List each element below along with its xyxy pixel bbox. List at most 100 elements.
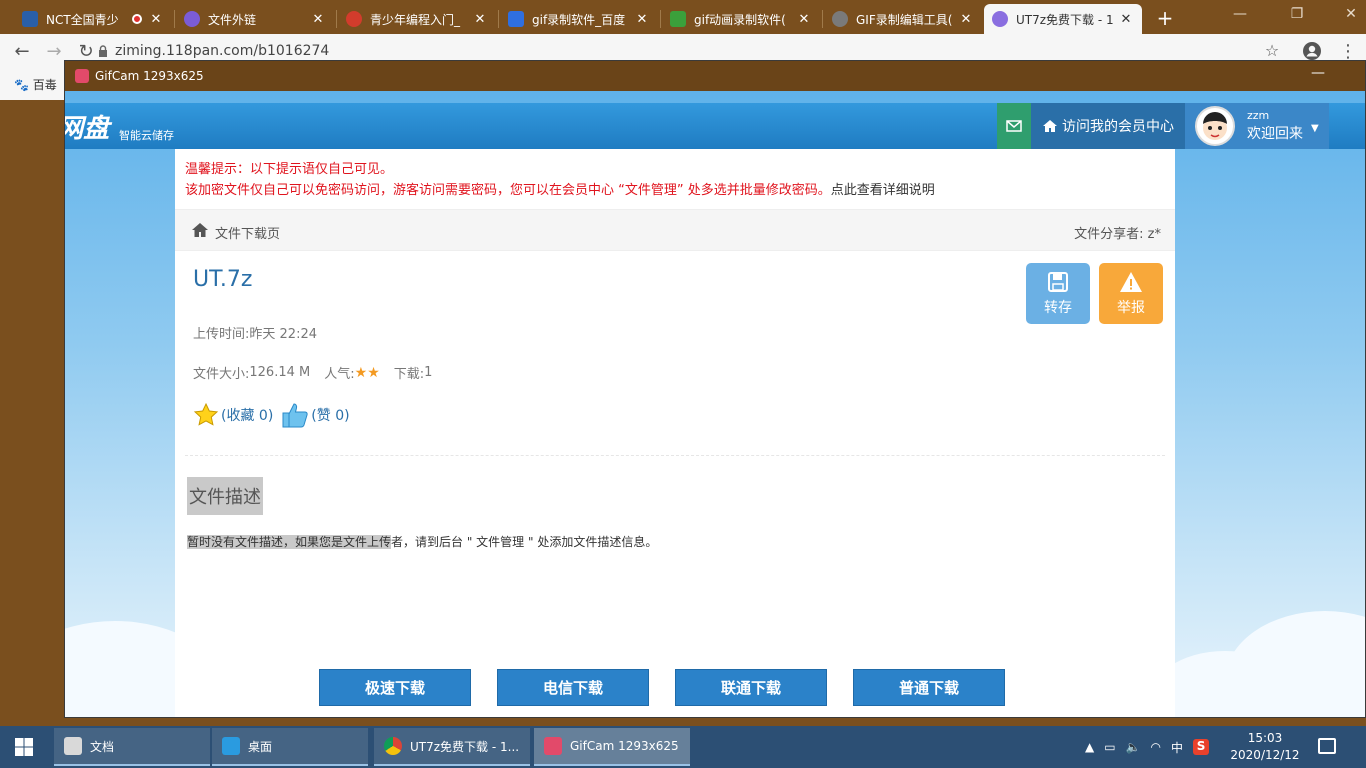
- thumbs-up-icon[interactable]: [281, 401, 309, 429]
- clock[interactable]: 15:03 2020/12/12: [1230, 730, 1300, 764]
- popularity-star-icon: ★: [354, 364, 368, 381]
- user-menu[interactable]: zzm 欢迎回来 ▼: [1185, 103, 1329, 149]
- system-tray: ▲ ▭ 🔈 ◠ 中 S: [1085, 726, 1210, 768]
- home-icon[interactable]: [191, 222, 209, 238]
- reload-icon[interactable]: ↻: [74, 41, 98, 62]
- taskbar-label: 桌面: [248, 739, 273, 754]
- clock-date: 2020/12/12: [1230, 748, 1300, 762]
- taskbar-label: UT7z免费下载 - 1...: [410, 739, 520, 754]
- globe-favicon-icon: [832, 11, 848, 27]
- like-count[interactable]: (赞 0): [311, 405, 349, 425]
- file-sharer: 文件分享者: z*: [1074, 227, 1161, 242]
- fast-download-button[interactable]: 极速下载: [319, 669, 471, 706]
- normal-download-button[interactable]: 普通下载: [853, 669, 1005, 706]
- minimize-icon[interactable]: —: [1311, 65, 1325, 81]
- battery-icon[interactable]: ▭: [1104, 740, 1115, 754]
- tab-label: UT7z免费下载 - 1: [1016, 12, 1114, 27]
- new-tab-button[interactable]: +: [1155, 6, 1175, 30]
- chrome-icon: [384, 737, 402, 755]
- save-to-drive-button[interactable]: 转存: [1026, 263, 1090, 324]
- description-text: 暂时没有文件描述，如果您是文件上传者，请到后台 " 文件管理 " 处添加文件描述…: [187, 533, 657, 550]
- details-link[interactable]: 点此查看详细说明: [831, 183, 935, 198]
- member-center-button[interactable]: 访问我的会员中心: [1031, 103, 1185, 149]
- favorite-count[interactable]: (收藏 0): [221, 405, 273, 425]
- tab-label: gif录制软件_百度: [532, 12, 626, 27]
- taskbar-item-gifcam[interactable]: GifCam 1293x625: [534, 728, 690, 766]
- site-logo[interactable]: 118网盘: [65, 108, 109, 145]
- size-value: 126.14 M: [249, 365, 311, 380]
- description-highlighted: 暂时没有文件描述，如果您是文件上传: [187, 535, 392, 549]
- menu-dots-icon[interactable]: ⋮: [1336, 41, 1360, 62]
- start-button[interactable]: [0, 726, 48, 768]
- popularity-label: 人气:: [324, 367, 355, 382]
- tab-gif-editor[interactable]: GIF录制编辑工具( ✕: [824, 4, 982, 34]
- close-icon[interactable]: ✕: [472, 12, 488, 27]
- close-icon[interactable]: ✕: [796, 12, 812, 27]
- nct-favicon-icon: [22, 11, 38, 27]
- upload-time-label: 上传时间:: [193, 327, 250, 342]
- clock-time: 15:03: [1247, 731, 1283, 745]
- tab-nct[interactable]: NCT全国青少 ✕: [14, 4, 172, 34]
- taskbar-item-desktop[interactable]: 桌面: [212, 728, 368, 766]
- welcome-text: 欢迎回来: [1247, 126, 1303, 142]
- breadcrumb: 文件下载页 文件分享者: z*: [175, 209, 1175, 251]
- taskbar-item-documents[interactable]: 文档: [54, 728, 210, 766]
- tab-file-link[interactable]: 文件外链 ✕: [176, 4, 334, 34]
- taskbar-label: 文档: [90, 739, 115, 754]
- avatar: [1195, 106, 1235, 146]
- report-button[interactable]: 举报: [1099, 263, 1163, 324]
- chevron-up-icon[interactable]: ▲: [1085, 740, 1094, 754]
- file-card: 温馨提示：以下提示语仅自己可见。 该加密文件仅自己可以免密码访问，游客访问需要密…: [175, 149, 1175, 717]
- cloud-favicon-icon: [992, 11, 1008, 27]
- gifcam-title-bar[interactable]: GifCam 1293x625: [65, 61, 1365, 91]
- close-icon[interactable]: ✕: [1118, 12, 1134, 27]
- wifi-icon[interactable]: ◠: [1151, 740, 1161, 754]
- tab-baidu[interactable]: gif录制软件_百度 ✕: [500, 4, 658, 34]
- mail-button[interactable]: [997, 103, 1031, 149]
- tab-programming[interactable]: 青少年编程入门_ ✕: [338, 4, 496, 34]
- envelope-icon: [1006, 120, 1022, 132]
- gifcam-window: GifCam 1293x625 — 118网盘 智能云储存 访问我的会员中心 z…: [64, 60, 1366, 718]
- close-icon[interactable]: ✕: [958, 12, 974, 27]
- back-arrow-icon[interactable]: ←: [10, 41, 34, 62]
- notification-icon[interactable]: [1318, 738, 1336, 754]
- lock-icon: [99, 45, 107, 57]
- divider: [185, 455, 1165, 456]
- tab-ut7z-active[interactable]: UT7z免费下载 - 1 ✕: [984, 4, 1142, 34]
- sogou-icon[interactable]: S: [1193, 739, 1210, 755]
- close-icon[interactable]: ✕: [148, 12, 164, 27]
- unicom-download-button[interactable]: 联通下载: [675, 669, 827, 706]
- bookmark-star-icon[interactable]: ☆: [1260, 41, 1284, 60]
- restore-icon[interactable]: ❐: [1282, 6, 1312, 22]
- recording-indicator-icon: [132, 14, 142, 24]
- website-viewport: 118网盘 智能云储存 访问我的会员中心 zzm 欢迎回来 ▼ 温馨提示：以下提…: [65, 91, 1365, 717]
- file-name: UT.7z: [193, 267, 253, 292]
- favorite-star-icon[interactable]: [193, 402, 219, 428]
- telecom-download-button[interactable]: 电信下载: [497, 669, 649, 706]
- floppy-disk-icon: [1048, 272, 1068, 292]
- close-icon[interactable]: ✕: [310, 12, 326, 27]
- volume-icon[interactable]: 🔈: [1126, 740, 1141, 754]
- windows-taskbar: 文档 桌面 UT7z免费下载 - 1... GifCam 1293x625 ▲ …: [0, 726, 1366, 768]
- camera-icon: [75, 69, 89, 83]
- ime-indicator[interactable]: 中: [1171, 739, 1183, 756]
- taskbar-item-chrome[interactable]: UT7z免费下载 - 1...: [374, 728, 530, 766]
- upload-time-value: 昨天 22:24: [249, 327, 317, 342]
- minimize-icon[interactable]: —: [1225, 6, 1255, 22]
- site-slogan: 智能云储存: [119, 129, 174, 142]
- upload-time: 上传时间:昨天 22:24: [193, 323, 317, 342]
- bookmark-item[interactable]: 百毒: [33, 78, 57, 92]
- close-window-icon[interactable]: ✕: [1336, 6, 1366, 22]
- url-input[interactable]: ziming.118pan.com/b1016274: [115, 43, 329, 59]
- tab-gif-software[interactable]: gif动画录制软件( ✕: [662, 4, 820, 34]
- close-icon[interactable]: ✕: [634, 12, 650, 27]
- baidu-paw-icon: 🐾: [14, 78, 29, 92]
- notice-line-2: 该加密文件仅自己可以免密码访问，游客访问需要密码，您可以在会员中心 “文件管理”…: [185, 183, 831, 198]
- camera-icon: [544, 737, 562, 755]
- notice-line-1: 温馨提示：以下提示语仅自己可见。: [185, 162, 394, 177]
- tab-label: 文件外链: [208, 12, 257, 27]
- windows-logo-icon: [15, 738, 33, 756]
- forward-arrow-icon[interactable]: →: [42, 41, 66, 62]
- site-header: 118网盘 智能云储存 访问我的会员中心 zzm 欢迎回来 ▼: [65, 103, 1365, 149]
- site-favicon-icon: [670, 11, 686, 27]
